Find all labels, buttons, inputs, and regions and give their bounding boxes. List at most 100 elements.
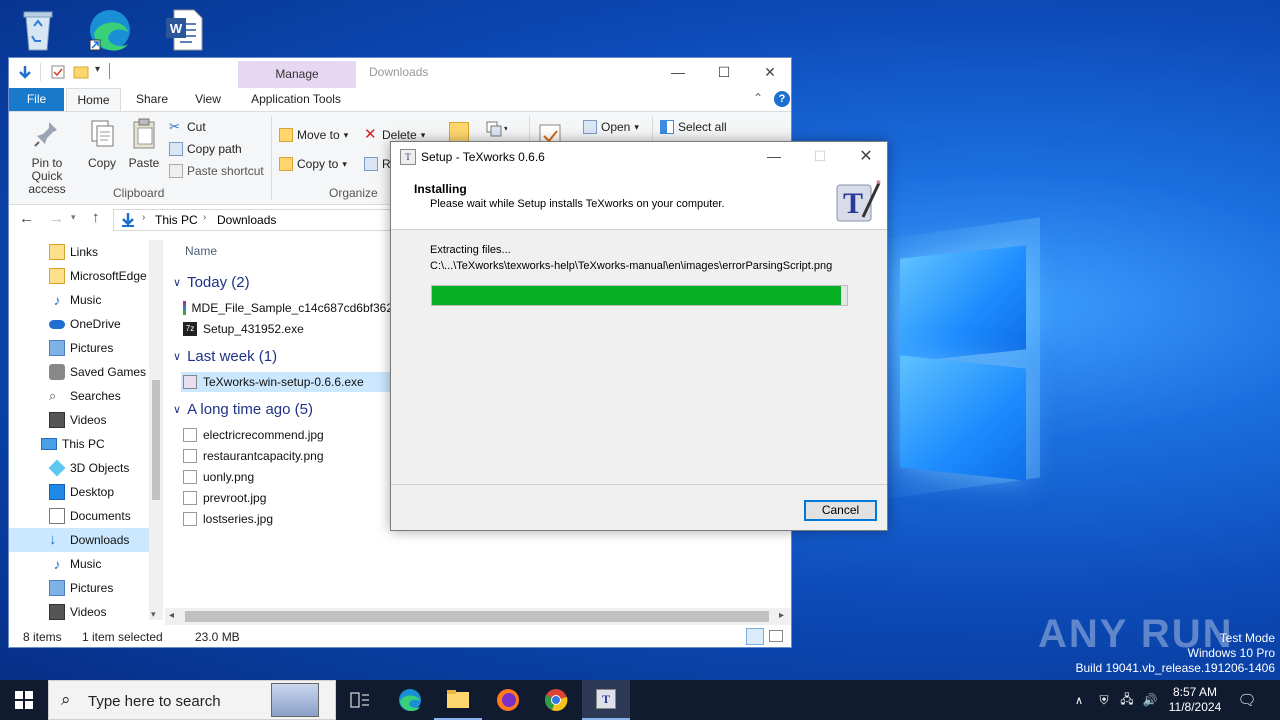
paste-shortcut-button[interactable]: Paste shortcut	[169, 162, 264, 180]
forward-arrow-icon[interactable]: →	[49, 210, 64, 227]
nav-item-links[interactable]: Links	[9, 240, 149, 264]
taskbar-firefox[interactable]	[484, 680, 532, 720]
up-arrow-icon[interactable]: ↑	[92, 209, 100, 226]
word-document-icon[interactable]: W	[160, 6, 208, 54]
nav-item-downloads[interactable]: ↓ Downloads	[9, 528, 149, 552]
start-button[interactable]	[0, 680, 48, 720]
file-row[interactable]: prevroot.jpg	[183, 488, 393, 508]
nav-item-pictures[interactable]: Pictures	[9, 336, 149, 360]
copy-path-button[interactable]: Copy path	[169, 140, 242, 158]
tab-view[interactable]: View	[185, 88, 231, 111]
nav-item-saved-games[interactable]: Saved Games	[9, 360, 149, 384]
nav-item-onedrive[interactable]: OneDrive	[9, 312, 149, 336]
close-button[interactable]: ✕	[747, 58, 793, 86]
maximize-button[interactable]: ☐	[701, 58, 747, 86]
horizontal-scrollbar[interactable]: ◂ ▸	[165, 608, 791, 625]
chrome-icon	[544, 689, 568, 711]
help-icon[interactable]: ?	[774, 91, 790, 107]
chevron-down-icon[interactable]: ▾	[95, 64, 100, 75]
nav-item-music[interactable]: ♪ Music	[9, 288, 149, 312]
cut-button[interactable]: ✂ Cut	[169, 118, 206, 136]
down-arrow-icon[interactable]	[17, 64, 33, 80]
task-view-button[interactable]	[336, 680, 384, 720]
minimize-button[interactable]: —	[655, 58, 701, 86]
nav-item-documents[interactable]: Documents	[9, 504, 149, 528]
nav-item-pictures[interactable]: Pictures	[9, 576, 149, 600]
copy-path-icon	[169, 142, 183, 156]
large-icons-view-icon[interactable]	[769, 630, 783, 642]
taskbar-chrome[interactable]	[532, 680, 580, 720]
paste-label: Paste	[128, 156, 160, 170]
file-row[interactable]: lostseries.jpg	[183, 509, 393, 529]
test-mode-watermark: Test Mode Windows 10 Pro Build 19041.vb_…	[1076, 631, 1276, 676]
pin-to-quick-access-button[interactable]: Pin to Quick access	[15, 118, 79, 196]
downloads-icon: ↓	[49, 531, 57, 548]
tab-share[interactable]: Share	[129, 88, 175, 111]
breadcrumb-downloads[interactable]: Downloads	[217, 213, 276, 227]
nav-item-videos[interactable]: Videos	[9, 408, 149, 432]
taskbar-file-explorer[interactable]	[434, 680, 482, 720]
network-icon[interactable]: 🖧	[1118, 680, 1136, 720]
scrollbar-thumb[interactable]	[152, 380, 160, 500]
select-all-button[interactable]: Select all	[660, 118, 727, 136]
nav-item-3d-objects[interactable]: 3D Objects	[9, 456, 149, 480]
nav-item-music[interactable]: ♪ Music	[9, 552, 149, 576]
nav-item-this-pc[interactable]: This PC	[9, 432, 149, 456]
windows-logo-icon	[15, 691, 33, 709]
paste-shortcut-icon	[169, 164, 183, 178]
close-button[interactable]: ✕	[843, 142, 889, 170]
move-to-button[interactable]: Move to ▾	[279, 126, 348, 144]
nav-item-desktop[interactable]: Desktop	[9, 480, 149, 504]
tab-file[interactable]: File	[9, 88, 64, 111]
column-header-name[interactable]: Name	[185, 244, 217, 258]
scroll-right-icon[interactable]: ▸	[779, 610, 784, 621]
taskbar-texworks-setup[interactable]: T	[582, 680, 630, 720]
new-item-icon[interactable]: ▾	[485, 120, 508, 138]
file-row[interactable]: restaurantcapacity.png	[183, 446, 393, 466]
recent-locations-icon[interactable]: ▾	[71, 212, 76, 223]
back-arrow-icon[interactable]: ←	[19, 210, 34, 227]
file-name: MDE_File_Sample_c14c687cd6bf362	[191, 301, 393, 315]
edge-icon[interactable]	[86, 6, 134, 54]
defender-icon[interactable]: ⛨	[1095, 680, 1113, 720]
scroll-left-icon[interactable]: ◂	[169, 610, 174, 621]
group-header-today[interactable]: ∨ Today (2)	[173, 274, 250, 291]
tab-application-tools[interactable]: Application Tools	[241, 88, 351, 111]
file-row-selected[interactable]: TeXworks-win-setup-0.6.6.exe	[181, 372, 401, 392]
file-row[interactable]: 7z Setup_431952.exe	[183, 319, 393, 339]
taskbar-search-box[interactable]: ⌕ Type here to search	[48, 680, 336, 720]
minimize-button[interactable]: —	[751, 142, 797, 170]
nav-item-searches[interactable]: ⌕ Searches	[9, 384, 149, 408]
file-row[interactable]: electricrecommend.jpg	[183, 425, 393, 445]
breadcrumb-this-pc[interactable]: This PC	[155, 213, 198, 227]
copy-button[interactable]: Copy	[85, 118, 119, 170]
paste-button[interactable]: Paste	[127, 118, 161, 170]
nav-label: OneDrive	[70, 317, 121, 331]
properties-icon[interactable]	[50, 64, 66, 80]
file-row[interactable]: uonly.png	[183, 467, 393, 487]
recycle-bin-icon[interactable]	[14, 6, 62, 54]
group-header-last-week[interactable]: ∨ Last week (1)	[173, 348, 277, 365]
nav-scrollbar[interactable]: ▾	[149, 240, 163, 620]
nav-item-microsoftedge[interactable]: MicrosoftEdge	[9, 264, 149, 288]
tab-manage[interactable]: Manage	[238, 61, 356, 88]
scroll-down-icon[interactable]: ▾	[151, 609, 156, 620]
open-button[interactable]: Open ▾	[583, 118, 639, 136]
notifications-icon[interactable]: 🗨	[1232, 680, 1262, 720]
group-header-long-time-ago[interactable]: ∨ A long time ago (5)	[173, 401, 313, 418]
show-hidden-icons-chevron-icon[interactable]: ∧	[1070, 680, 1088, 720]
scrollbar-thumb[interactable]	[185, 611, 769, 622]
copy-path-label: Copy path	[187, 142, 242, 156]
copy-to-button[interactable]: Copy to ▾	[279, 155, 347, 173]
collapse-ribbon-icon[interactable]: ⌃	[753, 91, 763, 105]
tab-home[interactable]: Home	[66, 88, 121, 111]
nav-item-videos[interactable]: Videos	[9, 600, 149, 624]
task-view-icon	[350, 692, 369, 708]
cancel-button[interactable]: Cancel	[804, 500, 877, 521]
file-row[interactable]: MDE_File_Sample_c14c687cd6bf362	[183, 298, 393, 318]
taskbar-edge[interactable]	[386, 680, 434, 720]
new-folder-icon[interactable]	[73, 64, 89, 80]
clock[interactable]: 8:57 AM 11/8/2024	[1166, 680, 1224, 720]
details-view-icon[interactable]	[746, 628, 764, 645]
volume-icon[interactable]: 🔊	[1141, 680, 1159, 720]
